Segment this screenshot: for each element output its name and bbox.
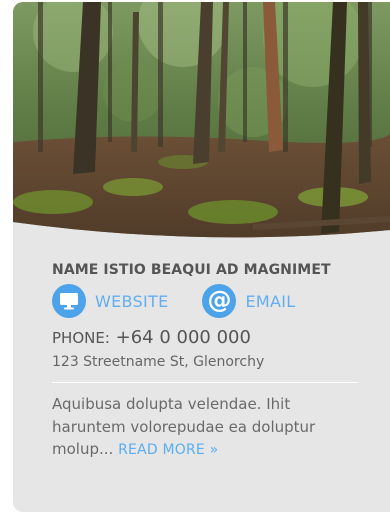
- phone-line: PHONE: +64 0 000 000: [52, 326, 372, 350]
- website-link[interactable]: WEBSITE: [52, 284, 168, 318]
- phone-number: +64 0 000 000: [115, 327, 251, 348]
- divider: [52, 382, 358, 383]
- description: Aquibusa dolupta velendae. Ihit haruntem…: [52, 393, 362, 462]
- phone-label: PHONE:: [52, 329, 110, 347]
- address: 123 Streetname St, Glenorchy: [52, 354, 265, 370]
- listing-card: NAME ISTIO BEAQUI AD MAGNIMET WEBSITE @ …: [13, 2, 390, 512]
- forest-photo: [13, 2, 390, 248]
- listing-title: NAME ISTIO BEAQUI AD MAGNIMET: [52, 262, 331, 278]
- at-sign-icon: @: [202, 284, 237, 318]
- website-label: WEBSITE: [95, 291, 169, 311]
- email-label: EMAIL: [245, 291, 296, 311]
- listing-details: NAME ISTIO BEAQUI AD MAGNIMET WEBSITE @ …: [52, 260, 372, 462]
- monitor-icon: [52, 284, 86, 318]
- read-more-link[interactable]: READ MORE »: [118, 442, 218, 458]
- contact-links: WEBSITE @ EMAIL: [52, 284, 372, 318]
- email-link[interactable]: @ EMAIL: [202, 284, 295, 318]
